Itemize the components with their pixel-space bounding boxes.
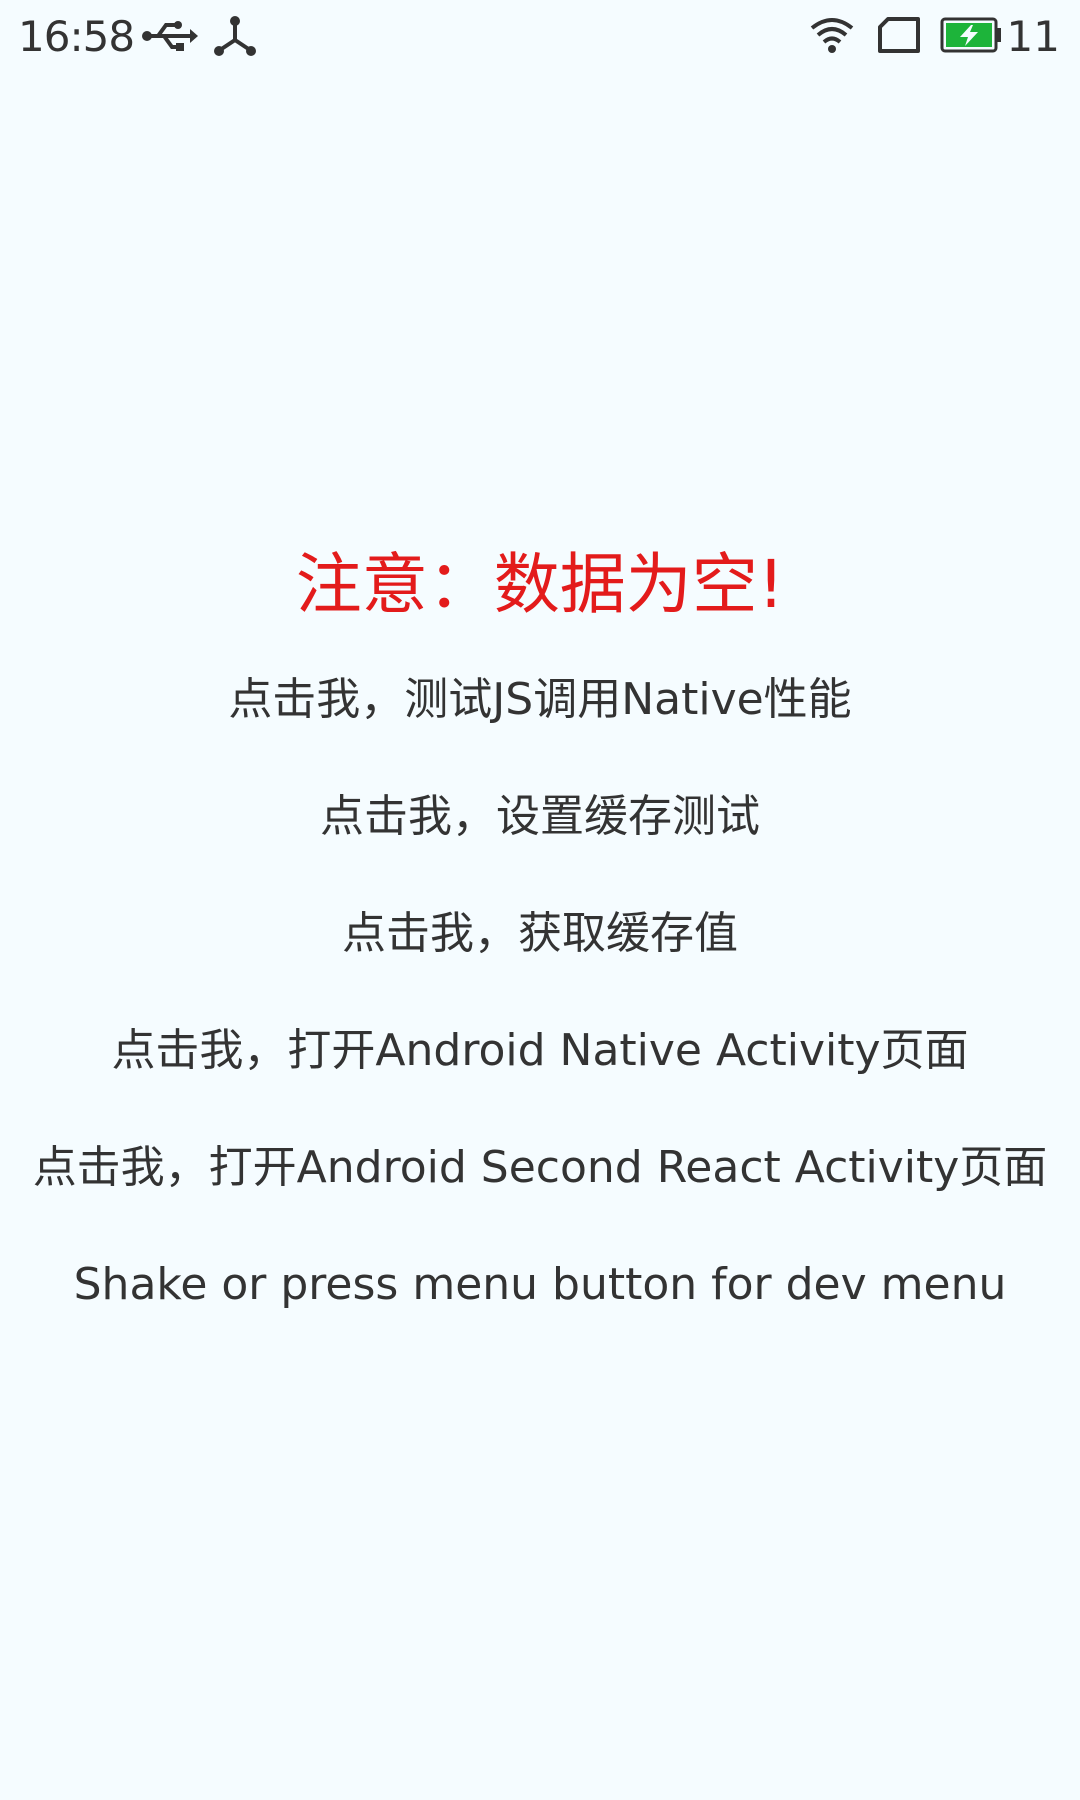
dev-menu-hint: Shake or press menu button for dev menu [73,1259,1007,1310]
sim-card-icon [876,16,922,58]
status-time: 16:58 [18,12,135,61]
empty-data-warning: 注意：数据为空! [295,546,785,623]
open-second-react-activity-button[interactable]: 点击我，打开Android Second React Activity页面 [0,1138,1080,1198]
set-cache-test-button[interactable]: 点击我，设置缓存测试 [0,787,1080,847]
get-cache-value-button[interactable]: 点击我，获取缓存值 [0,904,1080,964]
share-icon [212,14,258,62]
open-native-activity-button[interactable]: 点击我，打开Android Native Activity页面 [0,1021,1080,1081]
test-js-native-performance-button[interactable]: 点击我，测试JS调用Native性能 [0,670,1080,730]
battery-level: 11 [1006,12,1060,61]
main-content: 注意：数据为空! 点击我，测试JS调用Native性能 点击我，设置缓存测试 点… [0,540,1080,1315]
wifi-icon [808,14,856,58]
status-bar: 16:58 11 [0,0,1080,72]
battery-charging-icon [940,16,1002,58]
usb-icon [140,16,200,60]
